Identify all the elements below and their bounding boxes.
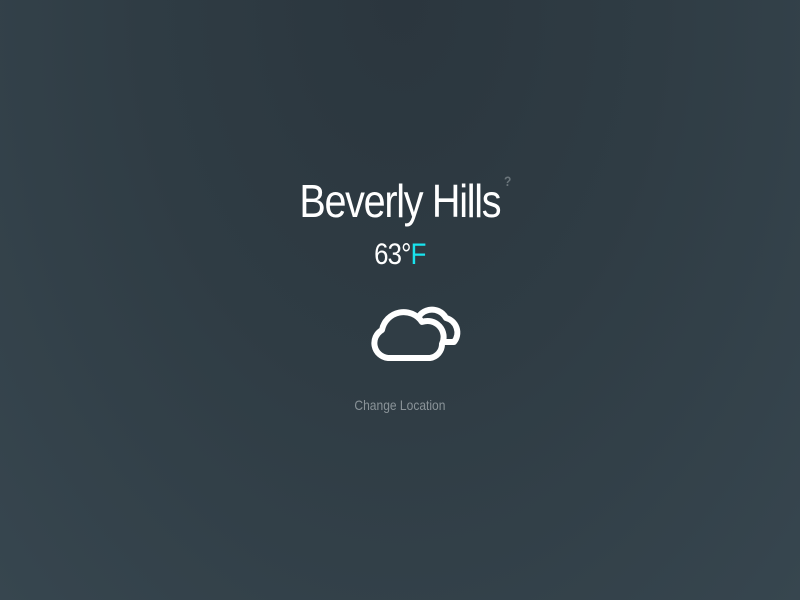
city-name: Beverly Hills? <box>299 174 512 227</box>
location-header: Beverly Hills? <box>0 174 800 227</box>
temperature-display: 63°F <box>0 240 800 270</box>
temperature-unit-toggle[interactable]: F <box>411 238 427 271</box>
change-location-link[interactable]: Change Location <box>0 398 800 412</box>
change-location-label: Change Location <box>354 397 446 413</box>
city-name-text: Beverly Hills <box>299 175 502 227</box>
cloudy-icon <box>364 294 470 366</box>
temperature-reading: 63°F <box>374 238 427 271</box>
weather-widget: Beverly Hills? 63°F Change Location <box>0 0 800 600</box>
help-icon[interactable]: ? <box>504 174 511 188</box>
temperature-value: 63° <box>374 238 411 271</box>
